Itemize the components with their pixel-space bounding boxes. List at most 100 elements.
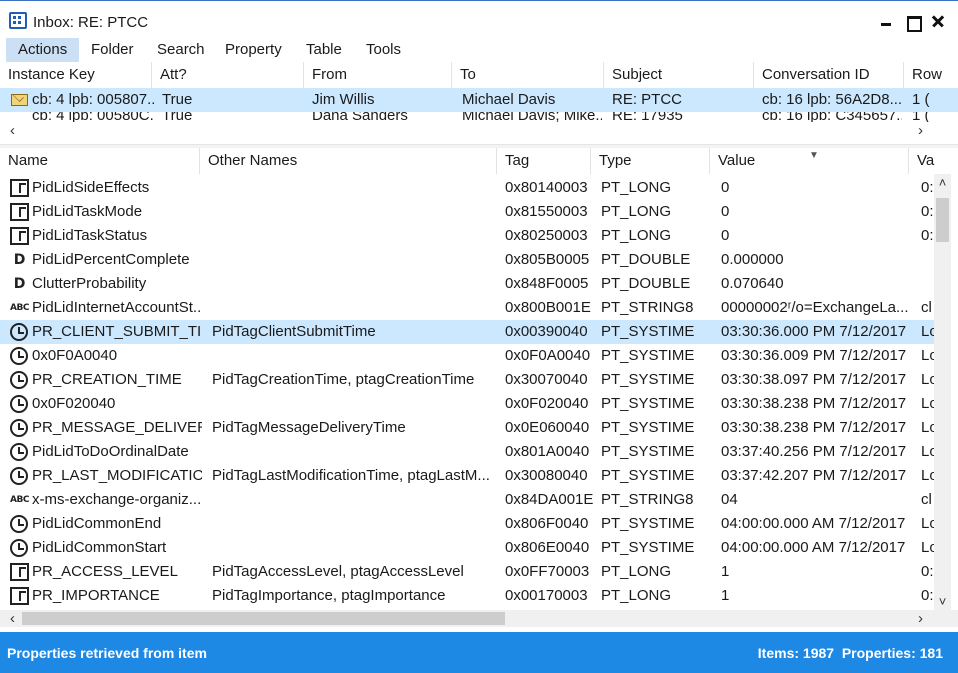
property-tag: 0x806F0040 xyxy=(505,515,589,532)
status-counts: Items: 1987 Properties: 181 xyxy=(757,645,943,661)
subject-value: RE: 17935 xyxy=(612,112,683,122)
time-property-icon xyxy=(10,515,28,533)
property-value-alt: 0: xyxy=(921,179,934,196)
property-row[interactable]: PR_ACCESS_LEVEL PidTagAccessLevel, ptagAc… xyxy=(0,560,934,584)
long-property-icon xyxy=(10,587,29,605)
message-list-hscrollbar[interactable]: ‹ › xyxy=(0,122,958,139)
property-type: PT_STRING8 xyxy=(601,491,694,508)
property-value: 03:30:38.238 PM 7/12/2017 xyxy=(721,419,907,436)
property-value-alt: 0: xyxy=(921,227,934,244)
column-header-subject[interactable]: Subject xyxy=(604,62,754,88)
property-row[interactable]: PidLidTaskStatus 0x80250003 PT_LONG 0 0: xyxy=(0,224,934,248)
property-value: 03:37:42.207 PM 7/12/2017 xyxy=(721,467,907,484)
property-row[interactable]: PidLidSideEffects 0x80140003 PT_LONG 0 0: xyxy=(0,176,934,200)
property-value: 1 xyxy=(721,587,730,604)
property-type: PT_LONG xyxy=(601,587,672,604)
maximize-icon[interactable] xyxy=(903,11,925,32)
message-row[interactable]: cb: 4 lpb: 00580C... True Dana Sanders M… xyxy=(0,112,958,122)
property-type: PT_SYSTIME xyxy=(601,419,695,436)
scroll-right-icon[interactable]: › xyxy=(912,122,929,139)
property-row[interactable]: PidLidTaskMode 0x81550003 PT_LONG 0 0: xyxy=(0,200,934,224)
time-property-icon xyxy=(10,467,28,485)
sort-descending-icon: ▼ xyxy=(809,150,819,161)
property-row[interactable]: PR_IMPORTANCE PidTagImportance, ptagImpor… xyxy=(0,584,934,608)
column-header-row[interactable]: Row xyxy=(904,62,958,88)
property-tag: 0x0E060040 xyxy=(505,419,590,436)
property-row[interactable]: PR_CREATION_TIME PidTagCreationTime, ptag… xyxy=(0,368,934,392)
column-header-att[interactable]: Att? xyxy=(152,62,304,88)
message-row[interactable]: cb: 4 lpb: 005807... True Jim Willis Mic… xyxy=(0,88,958,112)
scroll-left-icon[interactable]: ‹ xyxy=(4,610,21,627)
menu-search[interactable]: Search xyxy=(145,38,217,62)
property-name: 0x0F0A0040 xyxy=(32,347,118,364)
property-type: PT_SYSTIME xyxy=(601,515,695,532)
property-value: 0 xyxy=(721,227,730,244)
menu-actions[interactable]: Actions xyxy=(6,38,80,62)
long-property-icon xyxy=(10,563,29,581)
property-row[interactable]: 0x0F0A0040 0x0F0A0040 PT_SYSTIME 03:30:36.0… xyxy=(0,344,934,368)
property-other-names: PidTagMessageDeliveryTime xyxy=(212,419,406,436)
column-header-name[interactable]: Name xyxy=(0,148,200,174)
scroll-track[interactable] xyxy=(22,124,916,137)
property-other-names xyxy=(212,176,495,200)
scroll-down-icon[interactable]: ˅ xyxy=(934,593,951,610)
scroll-thumb[interactable] xyxy=(22,612,505,625)
scroll-thumb[interactable] xyxy=(936,198,949,242)
property-value-alt: Lo xyxy=(921,539,934,556)
long-property-icon xyxy=(10,227,29,245)
property-value: 03:30:38.097 PM 7/12/2017 xyxy=(721,371,907,388)
property-other-names xyxy=(212,488,495,512)
menu-table[interactable]: Table xyxy=(294,38,354,62)
property-tag: 0x00390040 xyxy=(505,323,588,340)
property-list-vscrollbar[interactable]: ˄ ˅ xyxy=(934,174,951,610)
property-list-hscrollbar[interactable]: ‹ › xyxy=(0,610,958,627)
property-other-names xyxy=(212,392,495,416)
scroll-left-icon[interactable]: ‹ xyxy=(4,122,21,139)
scroll-right-icon[interactable]: › xyxy=(912,610,929,627)
property-row[interactable]: PidLidCommonStart 0x806E0040 PT_SYSTIME 04:… xyxy=(0,536,934,560)
time-property-icon xyxy=(10,347,28,365)
property-value-alt: 0: xyxy=(921,587,934,604)
property-row[interactable]: D PidLidPercentComplete 0x805B0005 PT_DOUBL… xyxy=(0,248,934,272)
property-tag: 0x30080040 xyxy=(505,467,588,484)
property-row[interactable]: ABC x-ms-exchange-organiz... 0x84DA001E PT_… xyxy=(0,488,934,512)
column-header-other-names[interactable]: Other Names xyxy=(200,148,497,174)
property-row[interactable]: ABC PidLidInternetAccountSt... 0x800B001E P… xyxy=(0,296,934,320)
property-value-alt: Lo xyxy=(921,323,934,340)
property-name: x-ms-exchange-organiz... xyxy=(32,491,202,508)
column-header-to[interactable]: To xyxy=(452,62,604,88)
property-other-names xyxy=(212,440,495,464)
property-name: PR_IMPORTANCE xyxy=(32,587,160,604)
property-row[interactable]: PidLidToDoOrdinalDate 0x801A0040 PT_SYSTIM… xyxy=(0,440,934,464)
menu-folder[interactable]: Folder xyxy=(79,38,146,62)
property-value: 04:00:00.000 AM 7/12/2017 xyxy=(721,515,906,532)
minimize-icon[interactable] xyxy=(876,11,898,31)
property-row[interactable]: PR_MESSAGE_DELIVERY... PidTagMessageDeliv… xyxy=(0,416,934,440)
property-name: PidLidCommonStart xyxy=(32,539,167,556)
menu-property[interactable]: Property xyxy=(213,38,294,62)
property-row[interactable]: 0x0F020040 0x0F020040 PT_SYSTIME 03:30:38.2… xyxy=(0,392,934,416)
conversation-id-value: cb: 16 lpb: C345657... xyxy=(762,112,902,122)
column-header-value-alt[interactable]: Va xyxy=(909,148,958,174)
att-value: True xyxy=(162,91,193,108)
property-type: PT_LONG xyxy=(601,179,672,196)
column-header-tag[interactable]: Tag xyxy=(497,148,591,174)
property-row[interactable]: PidLidCommonEnd 0x806F0040 PT_SYSTIME 04:00… xyxy=(0,512,934,536)
column-header-conversation-id[interactable]: Conversation ID xyxy=(754,62,904,88)
to-value: Michael Davis; Mike... xyxy=(462,112,602,122)
column-header-from[interactable]: From xyxy=(304,62,452,88)
property-value: 0.000000 xyxy=(721,251,784,268)
column-header-type[interactable]: Type xyxy=(591,148,710,174)
property-row[interactable]: D ClutterProbability 0x848F0005 PT_DOUBLE 0.… xyxy=(0,272,934,296)
property-row[interactable]: PR_LAST_MODIFICATIO... PidTagLastModifica… xyxy=(0,464,934,488)
property-value-alt xyxy=(921,272,934,296)
close-icon[interactable] xyxy=(928,11,950,31)
menu-tools[interactable]: Tools xyxy=(354,38,413,62)
property-tag: 0x0FF70003 xyxy=(505,563,590,580)
property-row[interactable]: PR_CLIENT_SUBMIT_TIME PidTagClientSubmitT… xyxy=(0,320,934,344)
column-header-instance-key[interactable]: Instance Key xyxy=(0,62,152,88)
row-value: 1 ( xyxy=(912,91,930,108)
scroll-up-icon[interactable]: ˄ xyxy=(934,174,951,191)
property-type: PT_LONG xyxy=(601,203,672,220)
property-tag: 0x00170003 xyxy=(505,587,588,604)
